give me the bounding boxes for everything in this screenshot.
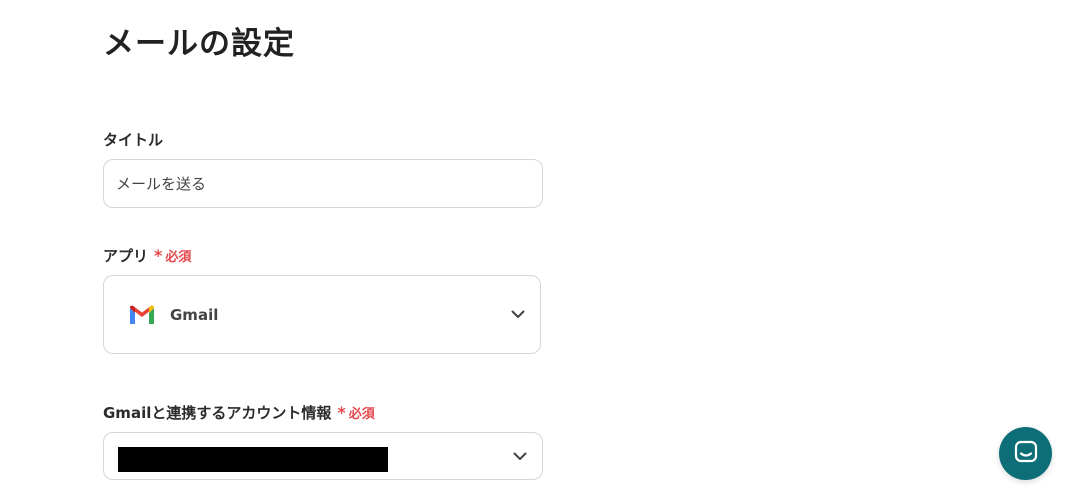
app-field-label: アプリ * 必須	[103, 245, 191, 266]
required-badge: * 必須	[337, 403, 374, 422]
page-title: メールの設定	[103, 26, 295, 62]
chevron-down-icon[interactable]	[510, 307, 526, 323]
title-label-text: タイトル	[103, 131, 164, 149]
required-mark: *	[337, 402, 346, 422]
account-field-label: Gmailと連携するアカウント情報 * 必須	[103, 402, 375, 423]
chat-widget-button[interactable]	[999, 427, 1052, 480]
app-label-text: アプリ	[103, 247, 149, 265]
settings-page: メールの設定 タイトル アプリ * 必須 Gmail	[0, 0, 1065, 493]
chat-icon	[1013, 439, 1039, 469]
gmail-icon	[128, 304, 156, 326]
chevron-down-icon[interactable]	[512, 448, 528, 464]
required-mark: *	[154, 245, 163, 265]
redacted-account-value	[118, 447, 388, 472]
title-field-label: タイトル	[103, 129, 163, 150]
title-field[interactable]	[103, 159, 543, 208]
required-text: 必須	[165, 250, 192, 265]
account-select[interactable]	[103, 432, 543, 480]
required-text: 必須	[348, 407, 375, 422]
selected-app-name: Gmail	[170, 305, 219, 324]
account-label-text: Gmailと連携するアカウント情報	[103, 404, 332, 422]
app-select[interactable]: Gmail	[103, 275, 541, 354]
required-badge: * 必須	[154, 246, 191, 265]
title-input[interactable]	[104, 160, 542, 207]
